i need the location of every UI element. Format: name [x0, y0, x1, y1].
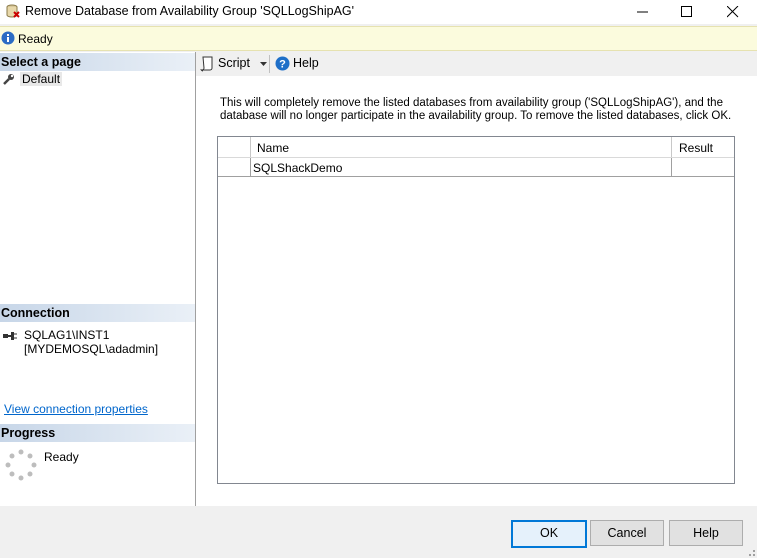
script-button[interactable]: Script — [200, 55, 268, 73]
description-text: This will completely remove the listed d… — [220, 97, 732, 122]
status-bar: Ready — [0, 26, 757, 51]
close-button[interactable] — [710, 0, 756, 24]
column-header-result[interactable]: Result — [679, 141, 713, 155]
script-label: Script — [218, 56, 250, 70]
databases-table[interactable]: Name Result SQLShackDemo — [217, 136, 735, 484]
chevron-down-icon — [260, 62, 267, 66]
cancel-button[interactable]: Cancel — [590, 520, 664, 546]
toolbar-separator — [269, 55, 270, 73]
table-row[interactable]: SQLShackDemo — [218, 158, 734, 177]
progress-header: Progress — [0, 424, 195, 442]
connection-header: Connection — [0, 304, 195, 322]
cell-name: SQLShackDemo — [253, 161, 343, 175]
help-icon: ? — [275, 56, 290, 71]
right-pane: Script ? Help This will completely remov… — [196, 52, 757, 506]
table-header-row: Name Result — [218, 137, 734, 158]
select-page-header: Select a page — [0, 53, 195, 71]
progress-status: Ready — [44, 450, 79, 464]
connection-server: SQLAG1\INST1 — [24, 328, 110, 342]
content-area: This will completely remove the listed d… — [196, 76, 757, 506]
ok-button[interactable]: OK — [511, 520, 587, 548]
view-connection-properties-link[interactable]: View connection properties — [4, 402, 148, 416]
sidebar-item-label: Default — [20, 72, 63, 86]
left-pane: Select a page Default Connection SQLAG1\… — [0, 52, 195, 506]
sidebar-item-default[interactable]: Default — [0, 71, 63, 87]
help-button[interactable]: Help — [669, 520, 743, 546]
database-icon — [6, 4, 20, 18]
maximize-icon — [681, 6, 692, 17]
window-title: Remove Database from Availability Group … — [25, 4, 355, 18]
connection-icon — [3, 332, 17, 340]
status-text: Ready — [18, 32, 53, 46]
connection-user: [MYDEMOSQL\adadmin] — [24, 342, 159, 356]
toolbar: Script ? Help — [196, 52, 757, 76]
spinner-icon — [5, 449, 37, 481]
resize-grip-icon[interactable] — [744, 545, 756, 557]
help-toolbar-button[interactable]: ? Help — [275, 55, 325, 73]
close-icon — [727, 6, 739, 18]
minimize-icon — [637, 11, 648, 13]
wrench-icon — [3, 74, 14, 85]
svg-text:?: ? — [279, 59, 286, 71]
maximize-button[interactable] — [664, 0, 710, 24]
info-icon — [1, 31, 15, 45]
title-bar: Remove Database from Availability Group … — [0, 0, 757, 24]
column-header-name[interactable]: Name — [257, 141, 289, 155]
minimize-button[interactable] — [620, 0, 666, 24]
help-label: Help — [293, 56, 319, 70]
script-icon — [200, 56, 213, 72]
